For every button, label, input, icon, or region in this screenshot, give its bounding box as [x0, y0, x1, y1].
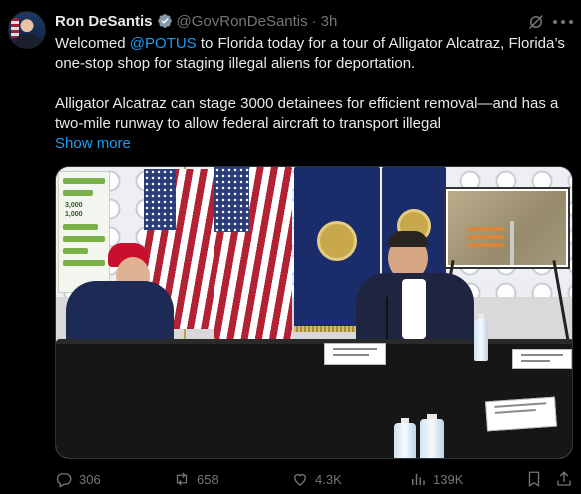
water-bottle-foreground-1	[394, 418, 416, 458]
alligator-alcatraz-poster: 3,000 1,000	[58, 171, 110, 293]
reply-count: 306	[79, 471, 101, 487]
nameplate-center	[324, 343, 386, 365]
grok-icon[interactable]	[527, 13, 545, 31]
author-handle[interactable]: @GovRonDeSantis	[177, 13, 308, 30]
post-header: Ron DeSantis @GovRonDeSantis · 3h	[55, 11, 337, 31]
reply-button[interactable]: 306	[55, 469, 101, 489]
post-text-paragraph-2: Alligator Alcatraz can stage 3000 detain…	[55, 95, 559, 132]
bookmark-icon[interactable]	[525, 470, 543, 488]
water-bottle-foreground-2	[420, 414, 444, 458]
post-time[interactable]: 3h	[321, 13, 338, 30]
views-button[interactable]: 139K	[409, 469, 463, 489]
more-icon[interactable]	[553, 14, 573, 30]
author-avatar[interactable]	[8, 11, 46, 49]
show-more-link[interactable]: Show more	[55, 134, 131, 154]
repost-count: 658	[197, 471, 219, 487]
verified-badge-icon[interactable]	[157, 13, 173, 29]
water-bottle	[474, 314, 488, 361]
like-button[interactable]: 4.3K	[291, 469, 342, 489]
reply-icon	[56, 473, 72, 488]
nameplate-right	[512, 349, 572, 369]
author-name[interactable]: Ron DeSantis	[55, 13, 153, 30]
views-icon	[412, 473, 425, 485]
post-text-intro: Welcomed	[55, 35, 130, 52]
repost-icon	[176, 472, 188, 486]
poster-number-2: 1,000	[65, 211, 83, 218]
post-photo[interactable]: 3,000 1,000	[55, 166, 573, 459]
nameplate-foreground	[485, 396, 557, 432]
heart-icon	[294, 473, 306, 486]
repost-button[interactable]: 658	[173, 469, 219, 489]
share-icon[interactable]	[555, 470, 573, 488]
us-flag-right	[214, 167, 292, 339]
aerial-map-easel	[420, 187, 572, 438]
action-bar: 306 658 4.3K 139K	[55, 469, 575, 489]
mention-link[interactable]: @POTUS	[130, 35, 197, 52]
view-count: 139K	[433, 471, 464, 487]
poster-number-1: 3,000	[65, 202, 83, 209]
microphone	[386, 297, 388, 345]
post-text: Welcomed @POTUS to Florida today for a t…	[55, 34, 575, 134]
time-separator: ·	[311, 12, 317, 30]
like-count: 4.3K	[315, 471, 342, 487]
